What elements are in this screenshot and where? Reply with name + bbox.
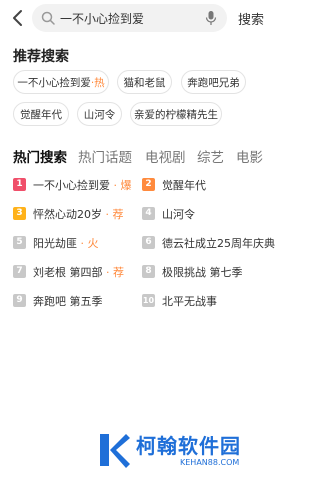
rank-badge: 2: [142, 178, 155, 191]
microphone-icon[interactable]: [205, 10, 217, 26]
item-title: 奔跑吧 第五季: [33, 295, 103, 308]
chip-hot-tag: ·热: [90, 77, 105, 89]
rank-badge: 1: [13, 178, 26, 191]
hot-list-item[interactable]: 1 一不小心捡到爱 · 爆: [13, 176, 145, 194]
item-tag: · 爆: [110, 179, 132, 192]
top-bar: 一不小心捡到爱 搜索: [0, 0, 277, 38]
item-title: 怦然心动20岁: [33, 208, 102, 221]
chip-label: 亲爱的柠檬精先生: [134, 109, 218, 121]
tab-movies[interactable]: 电影: [236, 146, 263, 166]
chip-label: 奔跑吧兄弟: [187, 77, 240, 89]
search-bar[interactable]: 一不小心捡到爱: [32, 4, 227, 32]
rank-badge: 7: [13, 265, 26, 278]
chip-recommended-1[interactable]: 一不小心捡到爱·热: [13, 70, 109, 94]
hot-list-item[interactable]: 9 奔跑吧 第五季: [13, 292, 145, 310]
watermark-logo-icon: [100, 434, 130, 468]
chip-recommended-5[interactable]: 山河令: [77, 102, 122, 126]
rank-badge: 5: [13, 236, 26, 249]
rank-badge: 8: [142, 265, 155, 278]
hot-list-item[interactable]: 5 阳光劫匪 · 火: [13, 234, 145, 252]
chip-recommended-6[interactable]: 亲爱的柠檬精先生: [130, 102, 222, 126]
chevron-left-icon[interactable]: [9, 8, 27, 28]
item-title: 觉醒年代: [162, 179, 206, 192]
hot-list-item[interactable]: 10 北平无战事: [142, 292, 274, 310]
search-icon: [41, 11, 55, 25]
rank-badge: 9: [13, 294, 26, 307]
chip-recommended-2[interactable]: 猫和老鼠: [117, 70, 172, 94]
item-title: 山河令: [162, 208, 195, 221]
rank-badge: 4: [142, 207, 155, 220]
item-title: 一不小心捡到爱: [33, 179, 110, 192]
item-title: 极限挑战 第七季: [162, 266, 243, 279]
item-title: 北平无战事: [162, 295, 217, 308]
rank-badge: 6: [142, 236, 155, 249]
hot-list-item[interactable]: 7 刘老根 第四部 · 荐: [13, 263, 145, 281]
hot-list-item[interactable]: 8 极限挑战 第七季: [142, 263, 274, 281]
recommended-title: 推荐搜索: [13, 49, 69, 65]
rank-badge: 10: [142, 294, 155, 307]
chip-recommended-4[interactable]: 觉醒年代: [13, 102, 69, 126]
watermark-url: KEHAN88.COM: [180, 458, 240, 467]
search-button[interactable]: 搜索: [238, 9, 264, 28]
category-tabs: 热门搜索 热门话题 电视剧 综艺 电影: [0, 146, 277, 168]
item-tag: · 荐: [102, 208, 124, 221]
item-title: 刘老根 第四部: [33, 266, 103, 279]
hot-list-item[interactable]: 3 怦然心动20岁 · 荐: [13, 205, 145, 223]
chip-recommended-3[interactable]: 奔跑吧兄弟: [181, 70, 246, 94]
watermark-logo-text: 柯翰软件园: [136, 434, 241, 458]
hot-list-item[interactable]: 4 山河令: [142, 205, 274, 223]
item-title: 德云社成立25周年庆典: [162, 237, 275, 250]
item-title: 阳光劫匪: [33, 237, 77, 250]
tab-hot-search[interactable]: 热门搜索: [13, 146, 67, 166]
chip-label: 一不小心捡到爱: [17, 77, 91, 89]
tab-hot-topics[interactable]: 热门话题: [78, 146, 132, 166]
hot-list-item[interactable]: 2 觉醒年代: [142, 176, 274, 194]
chip-label: 觉醒年代: [20, 109, 62, 121]
tab-variety[interactable]: 综艺: [197, 146, 224, 166]
rank-badge: 3: [13, 207, 26, 220]
watermark: 柯翰软件园 KEHAN88.COM: [96, 430, 266, 474]
chip-label: 猫和老鼠: [123, 77, 166, 89]
hot-list-item[interactable]: 6 德云社成立25周年庆典: [142, 234, 275, 252]
chip-label: 山河令: [83, 109, 116, 121]
search-input[interactable]: 一不小心捡到爱: [60, 10, 144, 27]
tab-tv-series[interactable]: 电视剧: [145, 146, 186, 166]
item-tag: · 荐: [102, 266, 124, 279]
item-tag: · 火: [77, 237, 99, 250]
